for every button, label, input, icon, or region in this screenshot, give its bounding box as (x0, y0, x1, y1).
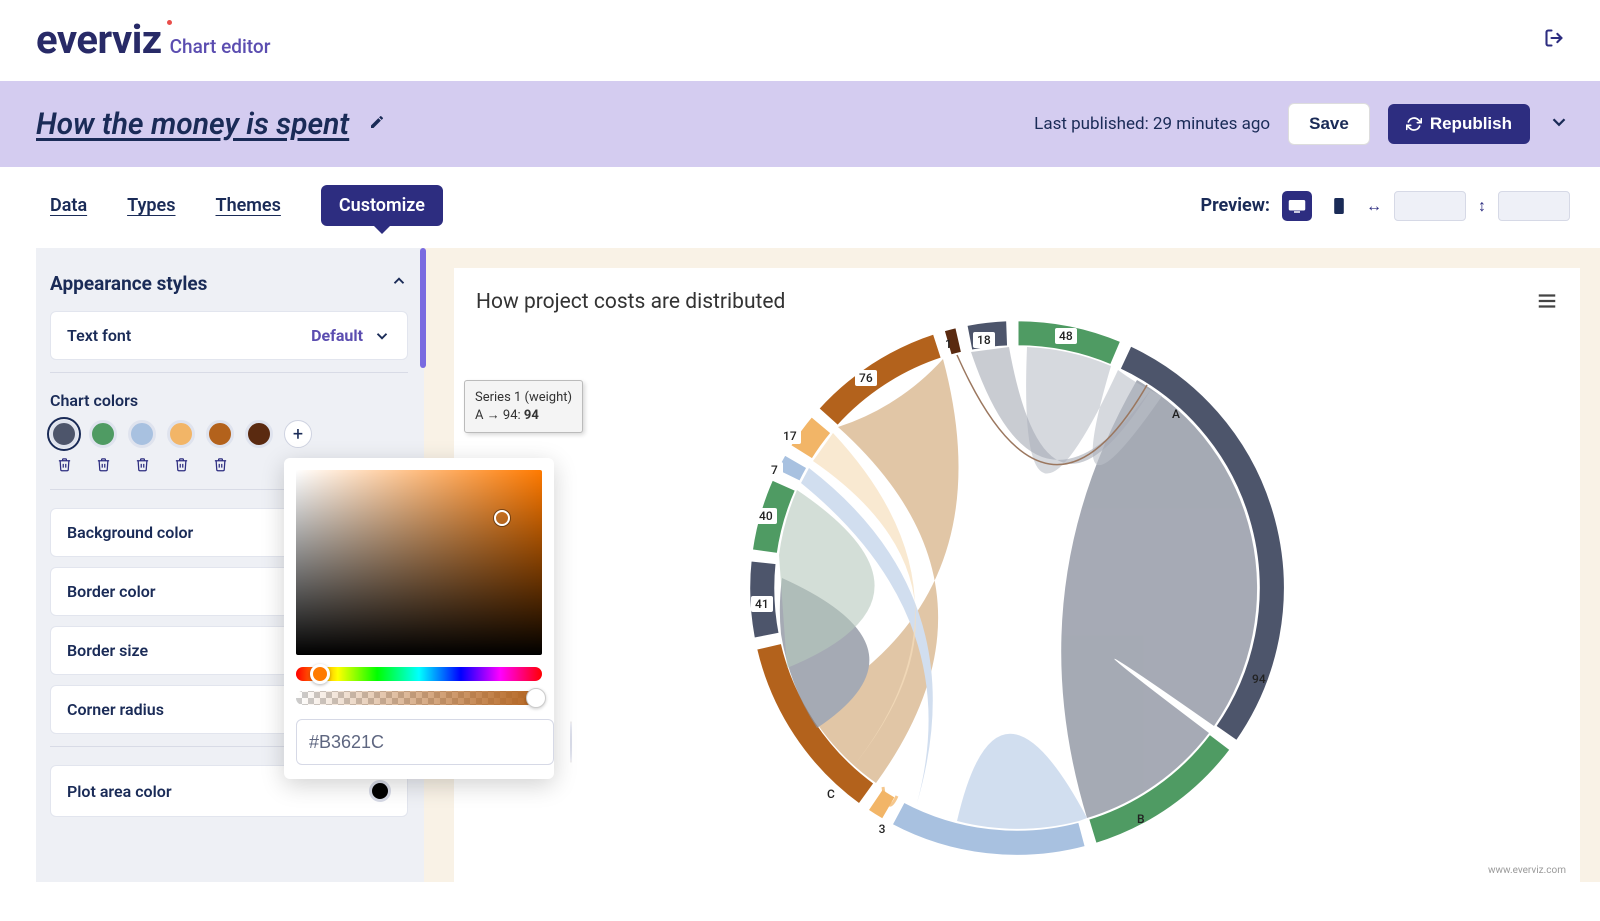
height-arrow-icon: ↕ (1478, 196, 1486, 216)
plot-area-color-label: Plot area color (67, 782, 172, 801)
desktop-icon[interactable] (1282, 191, 1312, 221)
node-label-3: 3 (879, 822, 886, 836)
swatch-2[interactable] (89, 420, 117, 448)
node-label-48: 48 (1059, 329, 1073, 343)
width-input[interactable] (1394, 191, 1466, 221)
page-title[interactable]: How the money is spent (36, 107, 349, 142)
divider (50, 372, 408, 373)
canvas-area: How project costs are distributed Series… (424, 248, 1600, 882)
border-size-label: Border size (67, 641, 148, 660)
brand-logo-text: everviz (36, 16, 162, 63)
last-published-text: Last published: 29 minutes ago (1034, 114, 1270, 134)
node-label-1: 1 (945, 337, 952, 351)
tab-data[interactable]: Data (50, 195, 87, 216)
hex-input[interactable] (296, 719, 554, 765)
swatch-3[interactable] (128, 420, 156, 448)
alpha-slider[interactable] (296, 691, 542, 705)
hue-slider[interactable] (296, 667, 542, 681)
republish-label: Republish (1430, 114, 1512, 134)
node-label-41: 41 (755, 597, 769, 611)
tooltip-value: 94 (524, 408, 539, 423)
background-color-label: Background color (67, 523, 193, 542)
main-split: Appearance styles Text font Default Char… (0, 248, 1600, 882)
node-label-40: 40 (759, 509, 773, 523)
chart-card: How project costs are distributed Series… (454, 268, 1580, 882)
header-bar: How the money is spent Last published: 2… (0, 81, 1600, 167)
node-label-94: 94 (1252, 672, 1266, 686)
brand-bar: everviz Chart editor (0, 0, 1600, 81)
node-label-C: C (827, 787, 835, 801)
chart-tooltip: Series 1 (weight) A → 94: 94 (464, 380, 583, 433)
chart-menu-icon[interactable] (1536, 290, 1558, 316)
chord-diagram[interactable]: A 94 B 3 C 41 40 7 17 76 1 18 48 (737, 308, 1297, 868)
text-font-label: Text font (67, 326, 131, 345)
tab-themes[interactable]: Themes (216, 195, 281, 216)
border-color-label: Border color (67, 582, 156, 601)
chart-colors-label: Chart colors (50, 391, 408, 410)
tab-customize[interactable]: Customize (321, 185, 443, 226)
header-actions: Last published: 29 minutes ago Save Repu… (1034, 103, 1570, 145)
node-label-76: 76 (859, 371, 873, 385)
corner-radius-label: Corner radius (67, 700, 164, 719)
trash-icon[interactable] (135, 456, 150, 477)
brand-subtitle: Chart editor (170, 35, 271, 58)
republish-button[interactable]: Republish (1388, 104, 1530, 144)
text-font-value-group: Default (311, 326, 391, 345)
swatch-4[interactable] (167, 420, 195, 448)
color-preview-dot (570, 721, 572, 763)
brand-block: everviz Chart editor (36, 16, 270, 63)
plot-area-swatch[interactable] (369, 780, 391, 802)
node-label-18: 18 (977, 333, 991, 347)
swatch-1[interactable] (50, 420, 78, 448)
text-font-row[interactable]: Text font Default (50, 311, 408, 360)
text-font-value: Default (311, 326, 363, 345)
color-picker-popover (284, 458, 554, 779)
chart-credits: www.everviz.com (1488, 865, 1566, 876)
swatch-5[interactable] (206, 420, 234, 448)
trash-icon[interactable] (174, 456, 189, 477)
tabstrip: Data Types Themes Customize Preview: ↔ ↕ (0, 167, 1600, 248)
trash-icon[interactable] (213, 456, 228, 477)
tabs: Data Types Themes Customize (50, 185, 443, 226)
width-arrow-icon: ↔ (1366, 196, 1382, 216)
pencil-icon[interactable] (369, 114, 385, 134)
preview-controls: Preview: ↔ ↕ (1200, 191, 1570, 221)
save-button[interactable]: Save (1288, 103, 1370, 145)
republish-expand-icon[interactable] (1548, 111, 1570, 137)
title-group: How the money is spent (36, 107, 385, 142)
node-label-B: B (1137, 812, 1145, 826)
preview-label: Preview: (1200, 195, 1270, 216)
saturation-value-panel[interactable] (296, 470, 542, 655)
node-label-A: A (1172, 407, 1180, 421)
node-label-7: 7 (771, 463, 778, 477)
node-label-17: 17 (783, 429, 797, 443)
trash-icon[interactable] (57, 456, 72, 477)
tooltip-flow: A → 94: (475, 408, 524, 423)
section-appearance-styles[interactable]: Appearance styles (50, 262, 408, 311)
appearance-panel: Appearance styles Text font Default Char… (36, 248, 424, 882)
sv-cursor[interactable] (494, 510, 510, 526)
logout-icon[interactable] (1544, 28, 1564, 52)
mobile-icon[interactable] (1324, 191, 1354, 221)
tooltip-series: Series 1 (weight) (475, 389, 572, 407)
alpha-thumb[interactable] (526, 688, 546, 708)
chevron-up-icon (390, 272, 408, 295)
tab-types[interactable]: Types (127, 195, 175, 216)
chevron-down-icon (373, 327, 391, 345)
trash-icon[interactable] (96, 456, 111, 477)
height-input[interactable] (1498, 191, 1570, 221)
hue-thumb[interactable] (310, 664, 330, 684)
swatch-6[interactable] (245, 420, 273, 448)
brand-logo-dot (167, 20, 172, 25)
section-title: Appearance styles (50, 272, 207, 295)
brand-logo: everviz (36, 16, 162, 63)
add-swatch-button[interactable]: + (284, 420, 312, 448)
